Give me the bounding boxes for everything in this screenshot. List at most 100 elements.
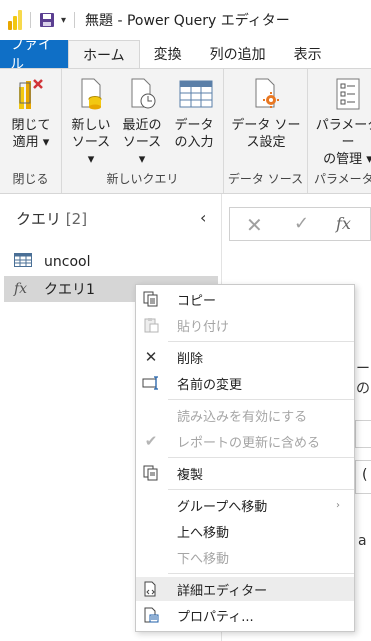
manage-parameters-button[interactable]: パラメーター の管理 ▾ xyxy=(310,77,371,168)
menu-item-include-in-refresh[interactable]: ✔ レポートの更新に含める xyxy=(136,429,354,453)
new-source-label-line1: 新しい xyxy=(71,118,111,133)
tab-file[interactable]: ファイル xyxy=(0,37,68,73)
close-apply-label-line2: 適用 ▾ xyxy=(12,135,50,150)
menu-separator xyxy=(168,457,354,458)
query-item-label: uncool xyxy=(44,254,91,270)
delete-icon: ✕ xyxy=(144,348,158,366)
menu-item-label: プロパティ... xyxy=(177,609,254,625)
data-source-settings-button[interactable]: データ ソー ス設定 xyxy=(230,77,302,151)
menu-item-label: 複製 xyxy=(177,467,204,483)
data-source-settings-label-line1: データ ソー xyxy=(231,118,301,133)
tab-add-column[interactable]: 列の追加 xyxy=(196,40,280,68)
tab-view[interactable]: 表示 xyxy=(280,40,336,68)
menu-item-duplicate[interactable]: 複製 xyxy=(136,461,354,485)
menu-item-label: 読み込みを有効にする xyxy=(177,409,308,425)
ribbon-group-close-label: 閉じる xyxy=(12,172,49,186)
paste-icon xyxy=(142,316,160,334)
menu-separator xyxy=(168,489,354,490)
fx-icon: fx xyxy=(14,281,28,297)
enter-data-icon xyxy=(179,77,213,111)
ribbon-group-parameters-label: パラメーター xyxy=(314,172,371,186)
recent-sources-label-line1: 最近の xyxy=(122,118,162,133)
new-source-icon xyxy=(76,77,106,111)
enter-data-label-line1: データ xyxy=(174,118,214,133)
table-icon xyxy=(14,253,32,271)
recent-sources-label-line2: ソース ▾ xyxy=(122,135,162,167)
submenu-chevron-icon: › xyxy=(336,499,340,511)
menu-item-move-up[interactable]: 上へ移動 xyxy=(136,519,354,543)
title-separator xyxy=(30,12,31,28)
background-text-fragment-2: a xyxy=(358,533,367,549)
quick-access-dropdown-icon[interactable]: ▾ xyxy=(61,15,66,26)
tab-home[interactable]: ホーム xyxy=(68,40,140,68)
query-item-label: クエリ1 xyxy=(44,282,95,298)
recent-sources-icon xyxy=(127,77,157,111)
manage-parameters-icon xyxy=(333,77,363,111)
menu-item-move-to-group[interactable]: グループへ移動 › xyxy=(136,493,354,517)
menu-item-properties[interactable]: プロパティ... xyxy=(136,603,354,627)
menu-item-rename[interactable]: 名前の変更 xyxy=(136,371,354,395)
ribbon-group-data-sources-label: データ ソース xyxy=(227,172,304,186)
power-bi-logo-icon xyxy=(8,10,22,30)
menu-item-label: コピー xyxy=(177,293,217,309)
manage-parameters-label-line1: パラメーター xyxy=(315,118,371,150)
menu-item-copy[interactable]: コピー xyxy=(136,287,354,311)
window-title: 無題 - Power Query エディター xyxy=(85,13,290,29)
menu-item-label: 下へ移動 xyxy=(177,551,230,567)
queries-pane-header: クエリ [2] xyxy=(16,208,87,229)
menu-item-label: 詳細エディター xyxy=(177,583,268,599)
title-separator-2 xyxy=(74,12,76,28)
menu-item-enable-load[interactable]: 読み込みを有効にする xyxy=(136,403,354,427)
menu-item-label: 貼り付け xyxy=(177,319,230,335)
check-icon: ✔ xyxy=(144,432,158,450)
new-source-button[interactable]: 新しい ソース ▾ xyxy=(68,77,114,168)
background-input-box xyxy=(355,420,371,448)
properties-icon xyxy=(142,606,160,624)
tab-transform[interactable]: 変換 xyxy=(140,40,196,68)
menu-item-paste[interactable]: 貼り付け xyxy=(136,313,354,337)
ribbon-tabs: ファイル ホーム 変換 列の追加 表示 xyxy=(0,37,371,73)
recent-sources-button[interactable]: 最近の ソース ▾ xyxy=(118,77,166,168)
background-input-box-2: ( xyxy=(355,460,371,494)
close-apply-label-line1: 閉じて xyxy=(11,118,51,133)
duplicate-icon xyxy=(142,464,160,482)
ribbon-group-data-sources: データ ソー ス設定 データ ソース xyxy=(224,69,308,193)
menu-separator xyxy=(168,341,354,342)
queries-pane-title: クエリ xyxy=(16,210,62,228)
menu-item-label: 名前の変更 xyxy=(177,377,243,393)
enter-data-label-line2: の入力 xyxy=(174,135,214,150)
fx-formula-icon[interactable]: fx xyxy=(336,214,351,233)
background-text-fragment: ーの xyxy=(356,361,370,397)
menu-separator xyxy=(168,399,354,400)
advanced-editor-icon xyxy=(142,580,160,598)
data-source-settings-icon xyxy=(251,77,281,111)
ribbon-group-new-query: 新しい ソース ▾ 最近の ソース ▾ データ の入力 新しいクエリ xyxy=(62,69,224,193)
ribbon: 閉じて 適用 ▾ 閉じる 新しい ソース ▾ 最近の ソース ▾ データ の入力… xyxy=(0,68,371,194)
cancel-formula-icon[interactable]: ✕ xyxy=(246,213,263,237)
new-source-label-line2: ソース ▾ xyxy=(71,135,111,167)
formula-bar-controls: ✕ ✓ fx xyxy=(229,207,371,241)
menu-item-delete[interactable]: ✕ 削除 xyxy=(136,345,354,369)
menu-item-move-down[interactable]: 下へ移動 xyxy=(136,545,354,569)
query-item-uncool[interactable]: uncool xyxy=(4,249,218,275)
menu-item-advanced-editor[interactable]: 詳細エディター xyxy=(136,577,354,601)
ribbon-group-new-query-label: 新しいクエリ xyxy=(106,172,179,186)
save-icon[interactable] xyxy=(39,12,55,28)
menu-item-label: レポートの更新に含める xyxy=(177,435,321,451)
queries-count: [2] xyxy=(65,210,88,228)
query-context-menu: コピー 貼り付け ✕ 削除 名前の変更 読み込みを有効にする ✔ レポートの更新… xyxy=(135,284,355,632)
manage-parameters-label-line2: の管理 ▾ xyxy=(323,152,371,167)
menu-item-label: 上へ移動 xyxy=(177,525,230,541)
close-apply-button[interactable]: 閉じて 適用 ▾ xyxy=(6,77,56,151)
close-apply-icon xyxy=(16,77,46,111)
menu-separator xyxy=(168,573,354,574)
ribbon-group-close: 閉じて 適用 ▾ 閉じる xyxy=(0,69,62,193)
collapse-pane-icon[interactable]: ‹ xyxy=(200,208,206,227)
copy-icon xyxy=(142,290,160,308)
commit-formula-icon[interactable]: ✓ xyxy=(294,213,309,234)
enter-data-button[interactable]: データ の入力 xyxy=(170,77,218,151)
rename-icon xyxy=(142,374,160,392)
data-source-settings-label-line2: ス設定 xyxy=(246,135,286,150)
ribbon-group-parameters: パラメーター の管理 ▾ パラメーター xyxy=(308,69,371,193)
menu-item-label: グループへ移動 xyxy=(177,499,268,515)
